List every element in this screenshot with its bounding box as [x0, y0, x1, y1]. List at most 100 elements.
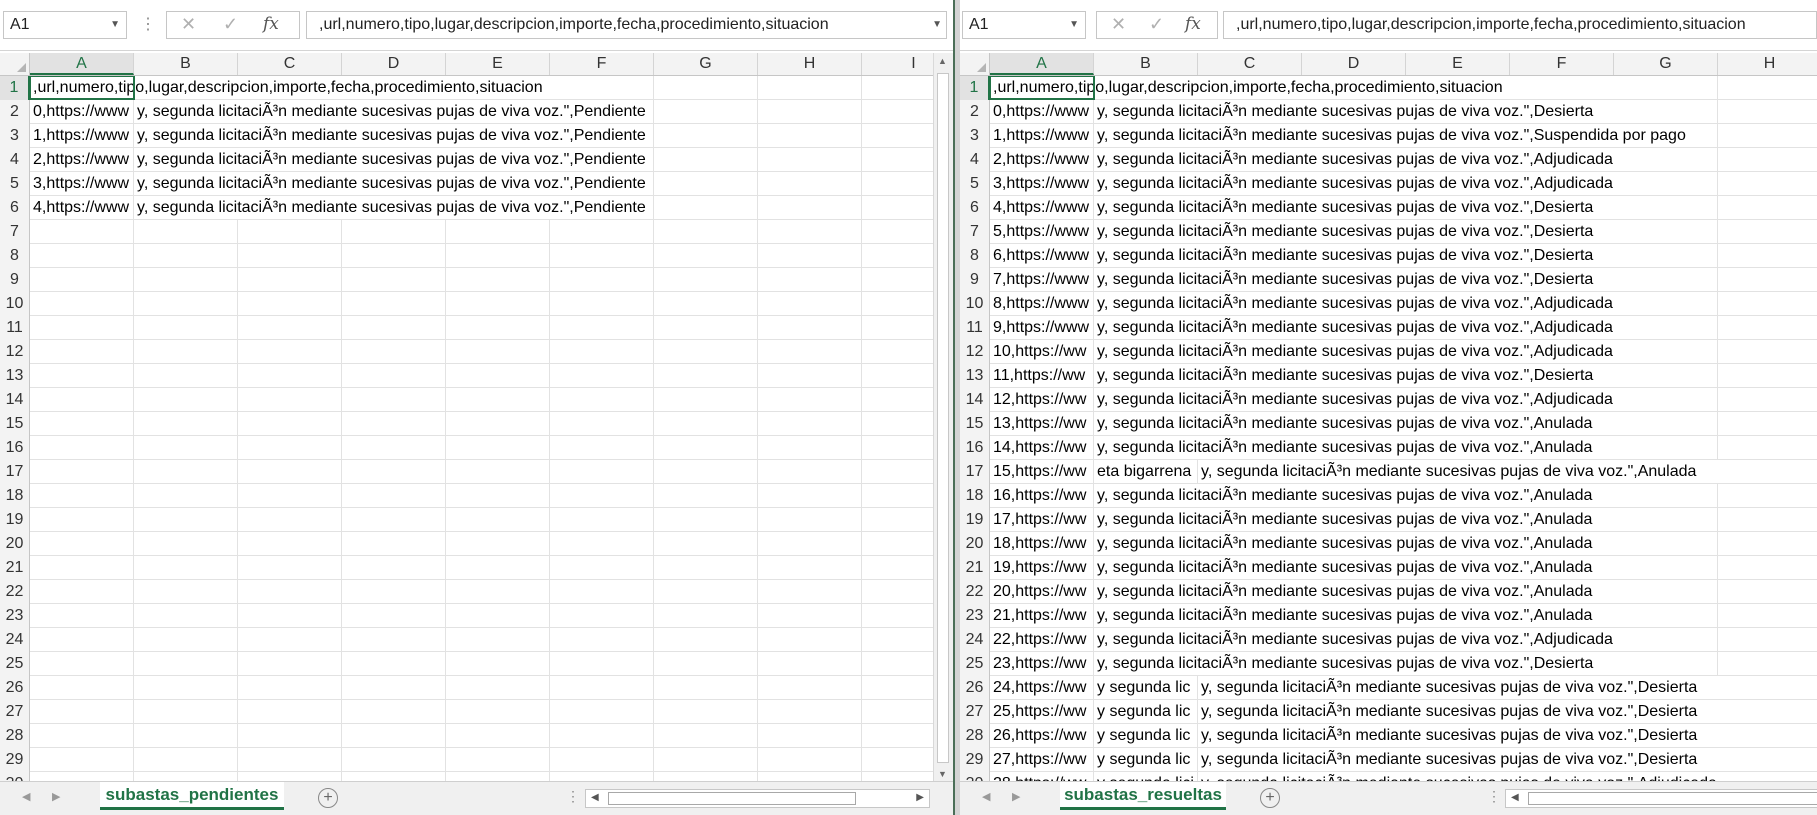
- row-header-4[interactable]: 4: [960, 148, 990, 172]
- row-header-6[interactable]: 6: [0, 196, 30, 220]
- function-icon[interactable]: fx: [263, 14, 279, 34]
- cell-a14[interactable]: 12,https://ww: [990, 388, 1093, 411]
- cell-b29[interactable]: y segunda lic: [1094, 748, 1197, 771]
- row-header-24[interactable]: 24: [960, 628, 990, 652]
- row-header-2[interactable]: 2: [960, 100, 990, 124]
- row-header-16[interactable]: 16: [0, 436, 30, 460]
- cell-a20[interactable]: 18,https://ww: [990, 532, 1093, 555]
- horizontal-scrollbar[interactable]: ◀: [1505, 789, 1817, 808]
- cell-b12[interactable]: y, segunda licitaciÃ³n mediante sucesiva…: [1094, 340, 1717, 363]
- cell-c29[interactable]: y, segunda licitaciÃ³n mediante sucesiva…: [1198, 748, 1817, 771]
- cell-a11[interactable]: 9,https://www: [990, 316, 1093, 339]
- row-header-11[interactable]: 11: [960, 316, 990, 340]
- enter-check-icon[interactable]: ✓: [1149, 14, 1164, 35]
- row-header-18[interactable]: 18: [0, 484, 30, 508]
- row-header-8[interactable]: 8: [960, 244, 990, 268]
- column-header-f[interactable]: F: [550, 53, 654, 75]
- cell-a2[interactable]: 0,https://www: [990, 100, 1093, 123]
- row-header-20[interactable]: 20: [960, 532, 990, 556]
- cell-b4[interactable]: y, segunda licitaciÃ³n mediante sucesiva…: [134, 148, 653, 171]
- row-header-17[interactable]: 17: [0, 460, 30, 484]
- cell-a17[interactable]: 15,https://ww: [990, 460, 1093, 483]
- cell-b4[interactable]: y, segunda licitaciÃ³n mediante sucesiva…: [1094, 148, 1717, 171]
- cell-b15[interactable]: y, segunda licitaciÃ³n mediante sucesiva…: [1094, 412, 1717, 435]
- cell-a7[interactable]: 5,https://www: [990, 220, 1093, 243]
- cell-a3[interactable]: 1,https://www: [990, 124, 1093, 147]
- row-header-27[interactable]: 27: [960, 700, 990, 724]
- row-header-26[interactable]: 26: [0, 676, 30, 700]
- next-sheet-icon[interactable]: ▶: [52, 790, 60, 803]
- cell-a5[interactable]: 3,https://www: [30, 172, 133, 195]
- cell-b25[interactable]: y, segunda licitaciÃ³n mediante sucesiva…: [1094, 652, 1717, 675]
- cell-a25[interactable]: 23,https://ww: [990, 652, 1093, 675]
- cell-b27[interactable]: y segunda lic: [1094, 700, 1197, 723]
- cell-b21[interactable]: y, segunda licitaciÃ³n mediante sucesiva…: [1094, 556, 1717, 579]
- column-header-d[interactable]: D: [1302, 53, 1406, 75]
- row-header-8[interactable]: 8: [0, 244, 30, 268]
- row-header-7[interactable]: 7: [0, 220, 30, 244]
- column-header-c[interactable]: C: [238, 53, 342, 75]
- cell-a5[interactable]: 3,https://www: [990, 172, 1093, 195]
- cell-b9[interactable]: y, segunda licitaciÃ³n mediante sucesiva…: [1094, 268, 1717, 291]
- row-header-15[interactable]: 15: [960, 412, 990, 436]
- row-header-9[interactable]: 9: [0, 268, 30, 292]
- cell-a24[interactable]: 22,https://ww: [990, 628, 1093, 651]
- scroll-right-icon[interactable]: ▶: [916, 792, 924, 803]
- scroll-left-icon[interactable]: ◀: [591, 792, 599, 803]
- cell-b17[interactable]: eta bigarrena: [1094, 460, 1197, 483]
- cell-c28[interactable]: y, segunda licitaciÃ³n mediante sucesiva…: [1198, 724, 1817, 747]
- cancel-icon[interactable]: ✕: [1111, 14, 1126, 35]
- worksheet-grid[interactable]: 1 ,url,numero,tipo,lugar,descripcion,impo…: [960, 76, 1817, 782]
- row-header-11[interactable]: 11: [0, 316, 30, 340]
- horizontal-scrollbar[interactable]: ◀ ▶: [585, 789, 930, 808]
- prev-sheet-icon[interactable]: ◀: [982, 790, 990, 803]
- horizontal-scroll-thumb[interactable]: [1528, 792, 1817, 805]
- cell-b6[interactable]: y, segunda licitaciÃ³n mediante sucesiva…: [1094, 196, 1717, 219]
- row-header-3[interactable]: 3: [0, 124, 30, 148]
- row-header-24[interactable]: 24: [0, 628, 30, 652]
- cell-a26[interactable]: 24,https://ww: [990, 676, 1093, 699]
- cell-b5[interactable]: y, segunda licitaciÃ³n mediante sucesiva…: [1094, 172, 1717, 195]
- row-header-12[interactable]: 12: [0, 340, 30, 364]
- column-header-e[interactable]: E: [1406, 53, 1510, 75]
- select-all-button[interactable]: [960, 53, 990, 75]
- row-header-6[interactable]: 6: [960, 196, 990, 220]
- cell-b6[interactable]: y, segunda licitaciÃ³n mediante sucesiva…: [134, 196, 653, 219]
- cell-a15[interactable]: 13,https://ww: [990, 412, 1093, 435]
- column-header-a[interactable]: A: [990, 53, 1094, 75]
- row-header-19[interactable]: 19: [0, 508, 30, 532]
- add-sheet-icon[interactable]: +: [318, 788, 338, 808]
- name-box[interactable]: A1 ▼: [3, 11, 127, 39]
- cell-b28[interactable]: y segunda lic: [1094, 724, 1197, 747]
- horizontal-scroll-thumb[interactable]: [608, 792, 856, 805]
- row-header-9[interactable]: 9: [960, 268, 990, 292]
- cell-c27[interactable]: y, segunda licitaciÃ³n mediante sucesiva…: [1198, 700, 1817, 723]
- cell-b20[interactable]: y, segunda licitaciÃ³n mediante sucesiva…: [1094, 532, 1717, 555]
- column-header-h[interactable]: H: [758, 53, 862, 75]
- cell-a22[interactable]: 20,https://ww: [990, 580, 1093, 603]
- column-header-g[interactable]: G: [654, 53, 758, 75]
- row-header-3[interactable]: 3: [960, 124, 990, 148]
- column-header-f[interactable]: F: [1510, 53, 1614, 75]
- cell-a29[interactable]: 27,https://ww: [990, 748, 1093, 771]
- cell-a12[interactable]: 10,https://ww: [990, 340, 1093, 363]
- row-header-22[interactable]: 22: [0, 580, 30, 604]
- row-header-25[interactable]: 25: [960, 652, 990, 676]
- cell-b22[interactable]: y, segunda licitaciÃ³n mediante sucesiva…: [1094, 580, 1717, 603]
- enter-check-icon[interactable]: ✓: [223, 14, 238, 35]
- worksheet-grid[interactable]: 1 ,url,numero,tipo,lugar,descripcion,impo…: [0, 76, 953, 782]
- row-header-29[interactable]: 29: [960, 748, 990, 772]
- function-icon[interactable]: fx: [1185, 14, 1201, 34]
- row-header-10[interactable]: 10: [0, 292, 30, 316]
- cell-a4[interactable]: 2,https://www: [30, 148, 133, 171]
- cell-b23[interactable]: y, segunda licitaciÃ³n mediante sucesiva…: [1094, 604, 1717, 627]
- row-header-1[interactable]: 1: [0, 76, 30, 100]
- cell-a18[interactable]: 16,https://ww: [990, 484, 1093, 507]
- row-header-28[interactable]: 28: [0, 724, 30, 748]
- column-header-e[interactable]: E: [446, 53, 550, 75]
- column-header-d[interactable]: D: [342, 53, 446, 75]
- row-header-10[interactable]: 10: [960, 292, 990, 316]
- row-header-15[interactable]: 15: [0, 412, 30, 436]
- cell-b18[interactable]: y, segunda licitaciÃ³n mediante sucesiva…: [1094, 484, 1717, 507]
- row-header-5[interactable]: 5: [960, 172, 990, 196]
